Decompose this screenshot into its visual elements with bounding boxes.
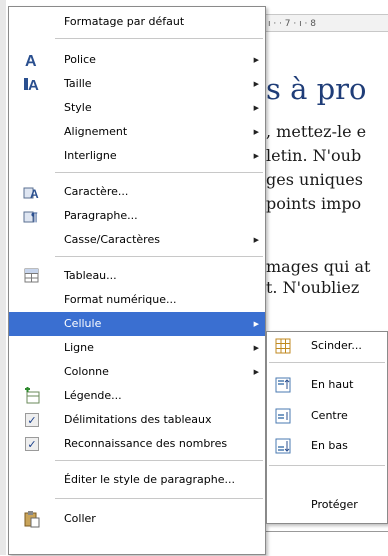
menu-item-label: Taille: [64, 77, 92, 90]
document-line[interactable]: letin. N'oub: [266, 146, 361, 165]
left-margin: [0, 0, 6, 555]
menu-item-label: Tableau...: [64, 269, 117, 282]
menu-item-column[interactable]: Colonne ▶: [9, 360, 265, 384]
character-icon: A: [23, 183, 41, 201]
document-line[interactable]: ges uniques: [266, 170, 363, 189]
submenu-item-label: Scinder...: [311, 339, 362, 352]
menu-item-label: Style: [64, 101, 92, 114]
menu-item-line-spacing[interactable]: Interligne ▶: [9, 144, 265, 168]
chevron-right-icon: ▶: [253, 104, 259, 112]
menu-separator: [55, 498, 263, 499]
menu-item-number-recognition[interactable]: ✓ Reconnaissance des nombres: [9, 432, 265, 456]
submenu-item-protect[interactable]: Protéger: [267, 492, 387, 518]
submenu-item-align-top[interactable]: En haut: [267, 372, 387, 398]
submenu-item-label: Centre: [311, 409, 348, 422]
svg-text:A: A: [30, 187, 39, 201]
menu-item-label: Interligne: [64, 149, 117, 162]
paragraph-icon: ¶: [23, 207, 41, 225]
align-bottom-icon: [275, 438, 291, 454]
menu-separator: [55, 460, 263, 461]
svg-text:A: A: [28, 77, 39, 93]
menu-item-size[interactable]: A Taille ▶: [9, 72, 265, 96]
menu-item-paragraph[interactable]: ¶ Paragraphe...: [9, 204, 265, 228]
menu-item-label: Casse/Caractères: [64, 233, 160, 246]
chevron-right-icon: ▶: [253, 344, 259, 352]
menu-item-table-boundaries[interactable]: ✓ Délimitations des tableaux: [9, 408, 265, 432]
menu-item-number-format[interactable]: Format numérique...: [9, 288, 265, 312]
svg-text:¶: ¶: [31, 210, 38, 224]
menu-item-alignment[interactable]: Alignement ▶: [9, 120, 265, 144]
chevron-right-icon: ▶: [253, 236, 259, 244]
context-menu: Formatage par défaut A Police ▶ A Taille…: [8, 6, 266, 555]
menu-item-label: Reconnaissance des nombres: [64, 437, 228, 450]
table-icon: [23, 267, 41, 285]
menu-item-label: Légende...: [64, 389, 122, 402]
menu-item-label: Caractère...: [64, 185, 129, 198]
menu-separator: [269, 465, 385, 466]
menu-item-paste[interactable]: Coller: [9, 507, 265, 531]
document-line[interactable]: , mettez-le e: [266, 122, 366, 141]
menu-item-label: Coller: [64, 512, 96, 525]
checkmark-icon: ✓: [23, 411, 41, 429]
submenu-item-split[interactable]: Scinder...: [267, 333, 387, 359]
menu-item-label: Format numérique...: [64, 293, 177, 306]
menu-item-edit-paragraph-style[interactable]: Éditer le style de paragraphe...: [9, 468, 265, 492]
menu-item-default-formatting[interactable]: Formatage par défaut: [9, 10, 265, 34]
submenu-item-label: En haut: [311, 378, 354, 391]
svg-text:A: A: [25, 53, 37, 69]
menu-item-table[interactable]: Tableau...: [9, 264, 265, 288]
font-icon: A: [23, 51, 41, 69]
menu-separator: [55, 38, 263, 39]
menu-separator: [269, 362, 385, 363]
submenu-item-label: Protéger: [311, 498, 358, 511]
menu-item-label: Ligne: [64, 341, 94, 354]
split-cells-icon: [275, 338, 291, 354]
caption-icon: [23, 387, 41, 405]
align-center-icon: [275, 408, 291, 424]
chevron-right-icon: ▶: [253, 56, 259, 64]
chevron-right-icon: ▶: [253, 80, 259, 88]
horizontal-ruler[interactable]: ı · · 7 · ı · 8: [262, 14, 388, 32]
checkmark-icon: ✓: [23, 435, 41, 453]
menu-item-label: Alignement: [64, 125, 128, 138]
chevron-right-icon: ▶: [253, 320, 259, 328]
table-grid-edge: [262, 531, 388, 556]
paste-icon: [23, 510, 41, 528]
menu-item-case-characters[interactable]: Casse/Caractères ▶: [9, 228, 265, 252]
chevron-right-icon: ▶: [253, 152, 259, 160]
menu-item-character[interactable]: A Caractère...: [9, 180, 265, 204]
document-line[interactable]: t. N'oubliez: [266, 278, 359, 297]
font-size-icon: A: [23, 75, 41, 93]
menu-item-label: Police: [64, 53, 96, 66]
cell-submenu: Scinder... En haut Centre En bas Protége…: [266, 331, 388, 524]
menu-separator: [55, 256, 263, 257]
align-top-icon: [275, 377, 291, 393]
submenu-item-align-bottom[interactable]: En bas: [267, 433, 387, 459]
menu-item-font[interactable]: A Police ▶: [9, 48, 265, 72]
menu-item-label: Délimitations des tableaux: [64, 413, 212, 426]
menu-item-label: Colonne: [64, 365, 109, 378]
document-line[interactable]: points impo: [266, 194, 361, 213]
submenu-item-align-center[interactable]: Centre: [267, 403, 387, 429]
submenu-item-label: En bas: [311, 439, 348, 452]
menu-item-row[interactable]: Ligne ▶: [9, 336, 265, 360]
menu-item-caption[interactable]: Légende...: [9, 384, 265, 408]
menu-separator: [55, 172, 263, 173]
document-line[interactable]: mages qui at: [266, 257, 370, 276]
menu-item-cell[interactable]: Cellule ▶: [9, 312, 265, 336]
menu-item-label: Éditer le style de paragraphe...: [64, 473, 235, 486]
menu-item-label: Cellule: [64, 317, 102, 330]
menu-item-label: Paragraphe...: [64, 209, 138, 222]
document-heading[interactable]: s à pro: [266, 72, 367, 106]
menu-item-label: Formatage par défaut: [64, 15, 185, 28]
menu-item-style[interactable]: Style ▶: [9, 96, 265, 120]
chevron-right-icon: ▶: [253, 368, 259, 376]
chevron-right-icon: ▶: [253, 128, 259, 136]
